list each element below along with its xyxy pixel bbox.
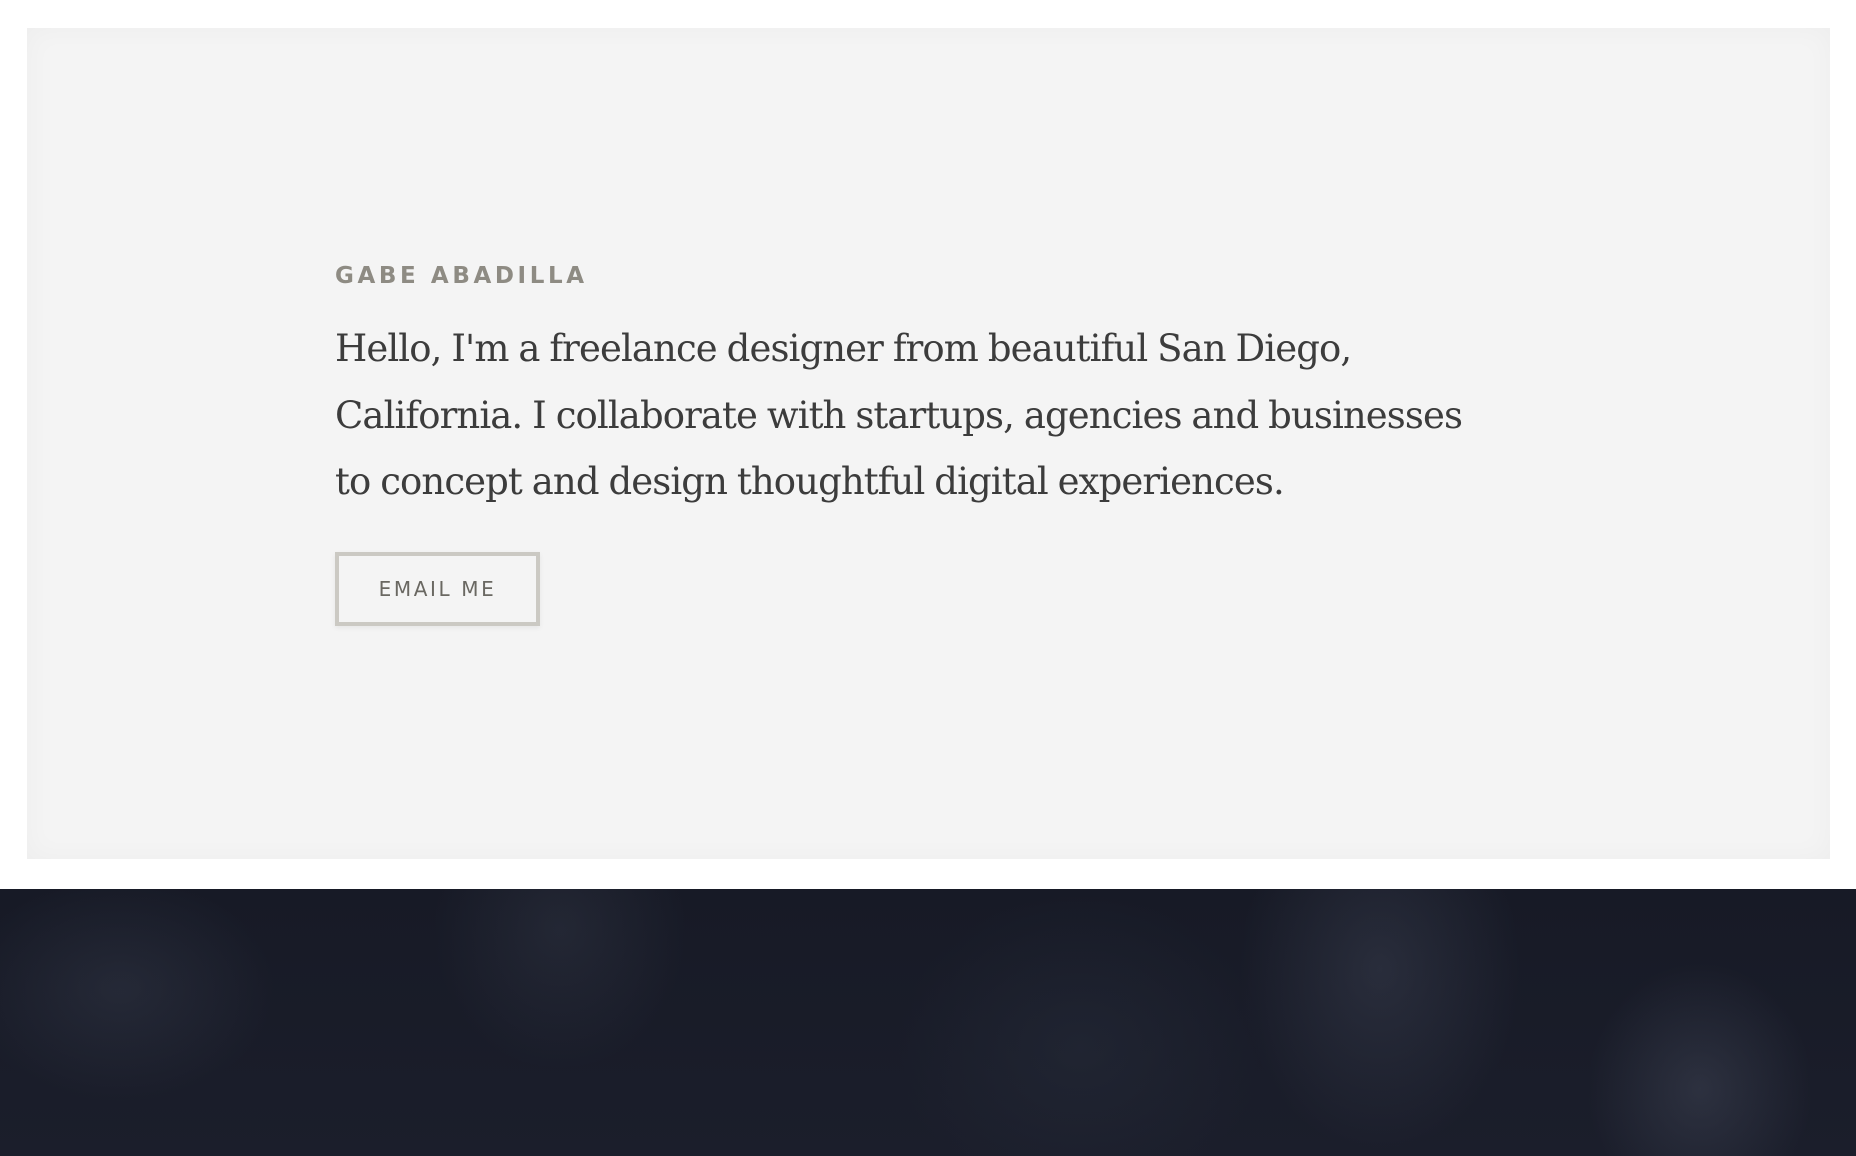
bio-text: Hello, I'm a freelance designer from bea… bbox=[335, 327, 1463, 503]
designer-name: GABE ABADILLA bbox=[335, 263, 588, 289]
intro-block: GABE ABADILLA Hello, I'm a freelance des… bbox=[335, 256, 1515, 626]
email-me-button[interactable]: EMAIL ME bbox=[335, 551, 540, 626]
dark-image-section bbox=[0, 889, 1856, 1156]
hero-card: GABE ABADILLA Hello, I'm a freelance des… bbox=[27, 28, 1830, 859]
page: GABE ABADILLA Hello, I'm a freelance des… bbox=[0, 0, 1856, 1156]
